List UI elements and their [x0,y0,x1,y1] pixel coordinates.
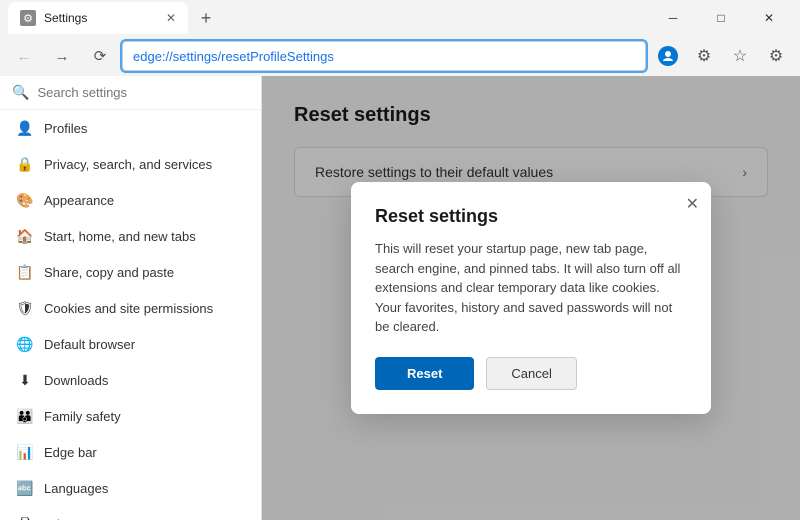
browser-chrome: ⚙ Settings ✕ + ─ □ ✕ ← → ⟳ ⚙ ☆ ⚙ [0,0,800,76]
sidebar-item-label: Languages [44,481,108,496]
sidebar-item-label: Cookies and site permissions [44,301,213,316]
family-icon: 👪 [16,407,34,425]
share-icon: 📋 [16,263,34,281]
extensions-button[interactable]: ⚙ [688,40,720,72]
start-icon: 🏠 [16,227,34,245]
sidebar: 🔍 👤 Profiles 🔒 Privacy, search, and serv… [0,76,262,520]
search-icon: 🔍 [12,84,29,101]
sidebar-item-privacy[interactable]: 🔒 Privacy, search, and services [0,146,261,182]
sidebar-item-label: Start, home, and new tabs [44,229,196,244]
dialog-title: Reset settings [375,206,687,227]
profiles-icon: 👤 [16,119,34,137]
cookies-icon: 🛡 [16,299,34,317]
edgebar-icon: 📊 [16,443,34,461]
confirm-reset-button[interactable]: Reset [375,357,474,390]
languages-icon: 🔤 [16,479,34,497]
downloads-icon: ⬇ [16,371,34,389]
main-content: 🔍 👤 Profiles 🔒 Privacy, search, and serv… [0,76,800,520]
sidebar-item-family[interactable]: 👪 Family safety [0,398,261,434]
content-area: Reset settings Restore settings to their… [262,76,800,520]
sidebar-item-downloads[interactable]: ⬇ Downloads [0,362,261,398]
tab-favicon-icon: ⚙ [23,12,33,25]
address-input[interactable] [122,41,646,71]
sidebar-item-label: Edge bar [44,445,97,460]
sidebar-item-share[interactable]: 📋 Share, copy and paste [0,254,261,290]
window-controls: ─ □ ✕ [650,2,792,34]
favorites-button[interactable]: ☆ [724,40,756,72]
appearance-icon: 🎨 [16,191,34,209]
collections-button[interactable]: ⚙ [760,40,792,72]
modal-overlay: ✕ Reset settings This will reset your st… [262,76,800,520]
sidebar-item-label: Downloads [44,373,108,388]
sidebar-item-default-browser[interactable]: 🌐 Default browser [0,326,261,362]
sidebar-item-label: Share, copy and paste [44,265,174,280]
search-box: 🔍 [0,76,261,110]
maximize-button[interactable]: □ [698,2,744,34]
new-tab-button[interactable]: + [192,4,220,32]
close-button[interactable]: ✕ [746,2,792,34]
sidebar-item-label: Default browser [44,337,135,352]
sidebar-item-label: Profiles [44,121,87,136]
search-input[interactable] [37,85,249,100]
tab-bar: ⚙ Settings ✕ + ─ □ ✕ [0,0,800,36]
address-bar: ← → ⟳ ⚙ ☆ ⚙ [0,36,800,76]
dialog-close-button[interactable]: ✕ [686,194,699,214]
tab-close-button[interactable]: ✕ [166,11,176,25]
sidebar-item-start[interactable]: 🏠 Start, home, and new tabs [0,218,261,254]
sidebar-item-label: Appearance [44,193,114,208]
sidebar-item-edgebar[interactable]: 📊 Edge bar [0,434,261,470]
refresh-button[interactable]: ⟳ [84,40,116,72]
sidebar-item-languages[interactable]: 🔤 Languages [0,470,261,506]
edge-profile-icon[interactable] [652,40,684,72]
tab-favicon: ⚙ [20,10,36,26]
printers-icon: 🖨 [16,515,34,520]
minimize-button[interactable]: ─ [650,2,696,34]
sidebar-item-profiles[interactable]: 👤 Profiles [0,110,261,146]
sidebar-item-label: Family safety [44,409,121,424]
privacy-icon: 🔒 [16,155,34,173]
tab-title: Settings [44,11,158,25]
sidebar-item-cookies[interactable]: 🛡 Cookies and site permissions [0,290,261,326]
sidebar-item-appearance[interactable]: 🎨 Appearance [0,182,261,218]
sidebar-item-printers[interactable]: 🖨 Printers [0,506,261,520]
cancel-button[interactable]: Cancel [486,357,576,390]
active-tab[interactable]: ⚙ Settings ✕ [8,2,188,34]
dialog-actions: Reset Cancel [375,357,687,390]
forward-button[interactable]: → [46,40,78,72]
reset-dialog: ✕ Reset settings This will reset your st… [351,182,711,414]
sidebar-item-label: Printers [44,517,89,520]
sidebar-item-label: Privacy, search, and services [44,157,212,172]
toolbar-icons: ⚙ ☆ ⚙ [652,40,792,72]
default-browser-icon: 🌐 [16,335,34,353]
back-button[interactable]: ← [8,40,40,72]
dialog-body: This will reset your startup page, new t… [375,239,687,337]
